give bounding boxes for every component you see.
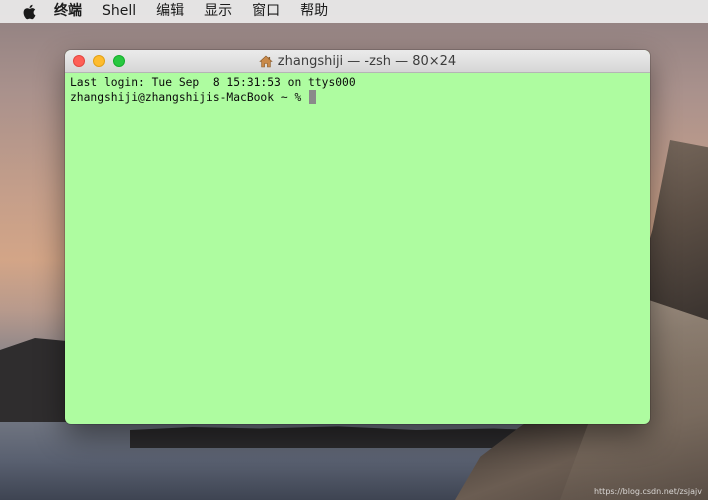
window-title-group: zhangshiji — -zsh — 80×24 xyxy=(259,54,456,69)
desktop-wallpaper: 终端 Shell 编辑 显示 窗口 帮助 zhangshiji — -zsh —… xyxy=(0,0,708,500)
apple-logo-icon[interactable] xyxy=(22,4,36,20)
menu-view[interactable]: 显示 xyxy=(204,0,232,23)
minimize-button[interactable] xyxy=(93,55,105,67)
close-button[interactable] xyxy=(73,55,85,67)
terminal-content[interactable]: Last login: Tue Sep 8 15:31:53 on ttys00… xyxy=(65,73,650,107)
menu-bar: 终端 Shell 编辑 显示 窗口 帮助 xyxy=(0,0,708,23)
text-cursor xyxy=(309,90,317,104)
menu-shell[interactable]: Shell xyxy=(102,0,136,23)
terminal-window: zhangshiji — -zsh — 80×24 Last login: Tu… xyxy=(65,50,650,424)
menu-help[interactable]: 帮助 xyxy=(300,0,328,23)
window-titlebar[interactable]: zhangshiji — -zsh — 80×24 xyxy=(65,50,650,73)
menu-edit[interactable]: 编辑 xyxy=(156,0,184,23)
zoom-button[interactable] xyxy=(113,55,125,67)
window-title: zhangshiji — -zsh — 80×24 xyxy=(277,53,457,69)
menu-window[interactable]: 窗口 xyxy=(252,0,280,23)
watermark-text: https://blog.csdn.net/zsjajv xyxy=(593,487,702,496)
menu-terminal[interactable]: 终端 xyxy=(54,0,82,23)
home-icon xyxy=(259,55,273,68)
terminal-line-last-login: Last login: Tue Sep 8 15:31:53 on ttys00… xyxy=(70,76,356,89)
shell-prompt: zhangshiji@zhangshijis-MacBook ~ % xyxy=(70,91,309,104)
terminal-line-prompt: zhangshiji@zhangshijis-MacBook ~ % xyxy=(70,90,645,105)
